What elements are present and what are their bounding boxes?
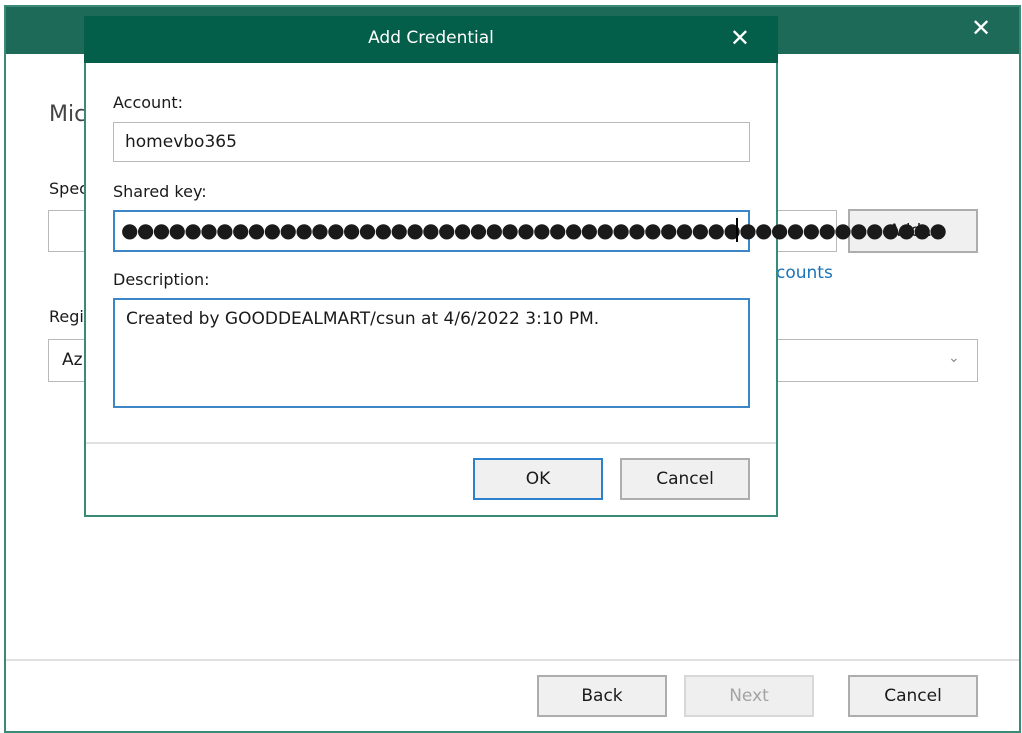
dialog-cancel-button[interactable]: Cancel (620, 458, 750, 500)
close-icon[interactable]: ✕ (730, 26, 750, 50)
back-button[interactable]: Back (537, 675, 667, 717)
spec-label: Spec (49, 179, 87, 198)
close-icon[interactable]: ✕ (969, 16, 993, 40)
cancel-button[interactable]: Cancel (848, 675, 978, 717)
account-label: Account: (113, 93, 183, 112)
shared-key-input[interactable]: ●●●●●●●●●●●●●●●●●●●●●●●●●●●●●●●●●●●●●●●●… (113, 210, 947, 252)
footer-divider (6, 659, 1019, 661)
ok-button[interactable]: OK (473, 458, 603, 500)
description-value: Created by GOODDEALMART/csun at 4/6/2022… (126, 309, 600, 329)
accounts-link[interactable]: counts (776, 263, 833, 283)
description-textarea[interactable]: Created by GOODDEALMART/csun at 4/6/2022… (113, 298, 750, 408)
region-label: Regi (49, 307, 84, 326)
description-label: Description: (113, 270, 210, 289)
chevron-down-icon: ⌄ (948, 350, 960, 366)
account-select-left[interactable] (48, 210, 88, 252)
dialog-title: Add Credential (368, 28, 494, 48)
region-select-value: Az (62, 350, 83, 370)
dialog-footer-divider (86, 442, 776, 444)
add-credential-dialog: Add Credential ✕ Account: homevbo365 Sha… (84, 16, 947, 517)
region-select-left[interactable]: Az (48, 339, 88, 382)
account-input[interactable]: homevbo365 (113, 122, 750, 162)
next-button[interactable]: Next (684, 675, 814, 717)
dialog-title-bar: Add Credential ✕ (84, 16, 778, 63)
shared-key-masked-value: ●●●●●●●●●●●●●●●●●●●●●●●●●●●●●●●●●●●●●●●●… (121, 218, 947, 242)
account-input-value: homevbo365 (125, 132, 237, 152)
region-select[interactable]: ⌄ (776, 339, 978, 382)
page-heading: Mic (49, 102, 87, 127)
text-caret (736, 218, 738, 242)
shared-key-label: Shared key: (113, 182, 207, 201)
